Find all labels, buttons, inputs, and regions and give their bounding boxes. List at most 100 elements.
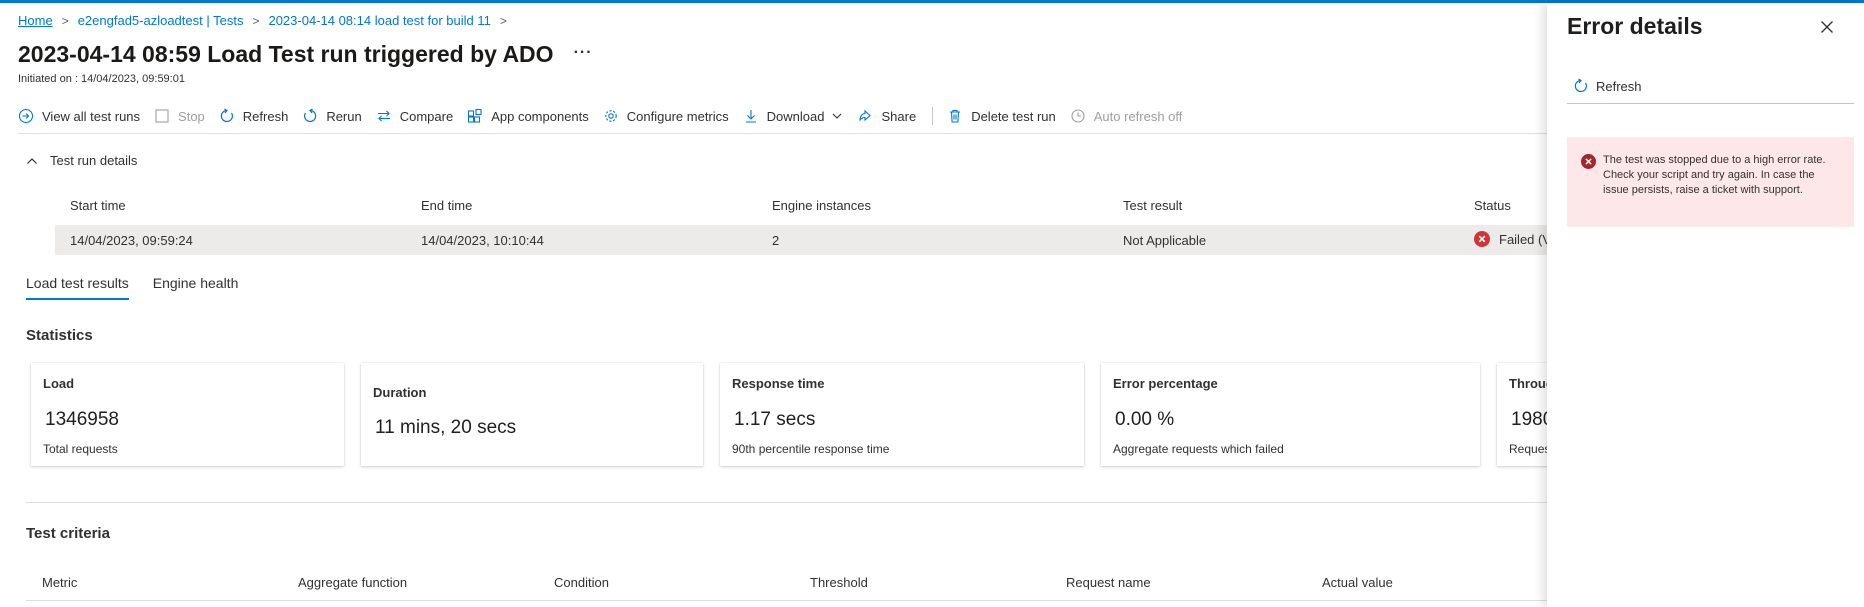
share-button[interactable]: Share [857, 108, 916, 124]
stat-card-subtitle: Reques [1509, 442, 1547, 456]
criteria-header-threshold: Threshold [810, 575, 868, 590]
breadcrumb: Home > e2engfad5-azloadtest | Tests > 20… [18, 13, 516, 28]
breadcrumb-test-link[interactable]: 2023-04-14 08:14 load test for build 11 [268, 13, 490, 28]
main-content: Home > e2engfad5-azloadtest | Tests > 20… [0, 3, 1547, 607]
criteria-header-metric: Metric [42, 575, 78, 590]
stat-card-error-percentage: Error percentage 0.00 % Aggregate reques… [1101, 363, 1480, 466]
panel-refresh-button[interactable]: Refresh [1573, 78, 1642, 94]
configure-metrics-label: Configure metrics [626, 108, 729, 124]
column-header-test-result: Test result [1123, 198, 1183, 213]
stat-card-title: Error percentage [1113, 376, 1218, 391]
stat-card-subtitle: Total requests [43, 442, 118, 456]
stat-card-value: 1980 [1511, 409, 1547, 430]
download-icon [745, 110, 756, 123]
chevron-right-icon: > [499, 13, 507, 28]
results-tabs: Load test results Engine health [26, 275, 262, 300]
column-header-status: Status [1474, 198, 1511, 213]
share-icon [859, 109, 872, 122]
compare-arrows-icon [377, 110, 390, 122]
initiated-on-text: Initiated on : 14/04/2023, 09:59:01 [18, 73, 185, 85]
chevron-down-icon [833, 113, 842, 119]
tab-engine-health[interactable]: Engine health [153, 275, 239, 300]
criteria-header-divider [26, 600, 1547, 601]
rerun-icon [304, 108, 317, 123]
compare-button[interactable]: Compare [376, 108, 453, 124]
compare-label: Compare [399, 108, 454, 124]
stat-card-title: Load [43, 376, 75, 391]
stat-card-value: 0.00 % [1115, 409, 1175, 430]
page-title-row: 2023-04-14 08:59 Load Test run triggered… [18, 41, 593, 68]
table-row [55, 225, 1547, 255]
close-button[interactable] [1819, 19, 1835, 40]
start-time-value: 14/04/2023, 09:59:24 [70, 233, 193, 248]
chevron-up-icon [27, 157, 37, 164]
error-message-text: The test was stopped due to a high error… [1603, 154, 1826, 196]
panel-refresh-label: Refresh [1596, 78, 1642, 94]
stat-card-subtitle: Aggregate requests which failed [1113, 442, 1284, 456]
download-label: Download [766, 108, 825, 124]
rerun-button[interactable]: Rerun [302, 108, 362, 124]
toolbar-separator [932, 107, 934, 125]
stop-label: Stop [178, 108, 205, 124]
stat-card-title: Duration [373, 385, 427, 400]
criteria-header-aggregate-function: Aggregate function [298, 575, 408, 590]
auto-refresh-button[interactable]: Auto refresh off [1070, 108, 1183, 124]
panel-divider [1567, 103, 1854, 104]
page-title: 2023-04-14 08:59 Load Test run triggered… [18, 41, 554, 67]
arrow-circle-right-icon [18, 108, 34, 124]
download-button[interactable]: Download [743, 108, 844, 124]
gear-icon [605, 110, 617, 122]
app-components-button[interactable]: App components [467, 108, 589, 124]
error-details-panel: Error details Refresh The test was stopp… [1547, 3, 1864, 607]
view-all-test-runs-button[interactable]: View all test runs [18, 108, 140, 124]
stat-card-title: Response time [732, 376, 825, 391]
status-text: Failed (V [1499, 231, 1547, 247]
more-options-icon[interactable]: ··· [574, 44, 593, 62]
command-bar: View all test runs Stop Refresh Rerun Co… [18, 103, 1196, 129]
chevron-right-icon: > [252, 13, 260, 28]
statistics-heading: Statistics [26, 327, 93, 344]
breadcrumb-home-link[interactable]: Home [18, 13, 53, 28]
panel-title: Error details [1567, 13, 1703, 39]
column-header-start-time: Start time [70, 198, 126, 213]
chevron-right-icon: > [61, 13, 69, 28]
test-result-value: Not Applicable [1123, 233, 1207, 248]
criteria-header-condition: Condition [554, 575, 609, 590]
close-icon [1821, 21, 1833, 33]
test-run-details-label: Test run details [50, 153, 138, 168]
app-components-icon [468, 108, 482, 123]
delete-test-run-button[interactable]: Delete test run [947, 108, 1056, 124]
stat-card-load: Load 1346958 Total requests [31, 363, 344, 466]
stat-card-value: 1.17 secs [734, 409, 816, 430]
clock-icon [1071, 109, 1085, 123]
tab-load-test-results[interactable]: Load test results [26, 275, 129, 300]
stat-card-value: 11 mins, 20 secs [375, 417, 517, 438]
stop-button[interactable]: Stop [154, 108, 205, 124]
test-criteria-heading: Test criteria [26, 525, 110, 542]
rerun-label: Rerun [326, 108, 362, 124]
breadcrumb-resource-link[interactable]: e2engfad5-azloadtest | Tests [78, 13, 244, 28]
stat-card-title: Throug [1509, 376, 1547, 391]
column-header-end-time: End time [421, 198, 473, 213]
share-label: Share [881, 108, 917, 124]
delete-test-run-label: Delete test run [971, 108, 1056, 124]
stat-card-throughput: Throug 1980 Reques [1497, 363, 1547, 466]
trash-icon [950, 109, 961, 123]
engine-instances-value: 2 [772, 233, 780, 248]
error-circle-icon [1474, 231, 1490, 247]
refresh-label: Refresh [242, 108, 289, 124]
refresh-icon [220, 108, 233, 123]
configure-metrics-button[interactable]: Configure metrics [603, 108, 729, 124]
criteria-header-actual-value: Actual value [1322, 575, 1393, 590]
test-run-details-toggle[interactable]: Test run details [26, 153, 137, 168]
criteria-header-request-name: Request name [1066, 575, 1151, 590]
stop-square-icon [155, 109, 169, 123]
end-time-value: 14/04/2023, 10:10:44 [421, 233, 544, 248]
stat-card-response-time: Response time 1.17 secs 90th percentile … [720, 363, 1084, 466]
status-value: Failed (V [1474, 231, 1547, 247]
stat-card-value: 1346958 [45, 409, 119, 430]
stat-card-duration: Duration 11 mins, 20 secs [361, 363, 703, 466]
refresh-button[interactable]: Refresh [219, 108, 289, 124]
error-circle-icon [1581, 154, 1596, 169]
auto-refresh-label: Auto refresh off [1093, 108, 1183, 124]
